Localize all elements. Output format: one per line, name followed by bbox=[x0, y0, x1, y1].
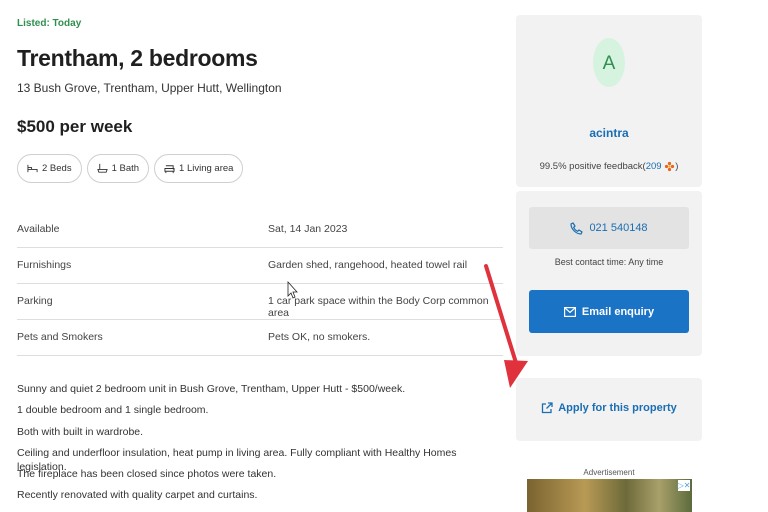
mouse-cursor-icon bbox=[287, 280, 298, 299]
annotation-arrow bbox=[287, 264, 528, 388]
